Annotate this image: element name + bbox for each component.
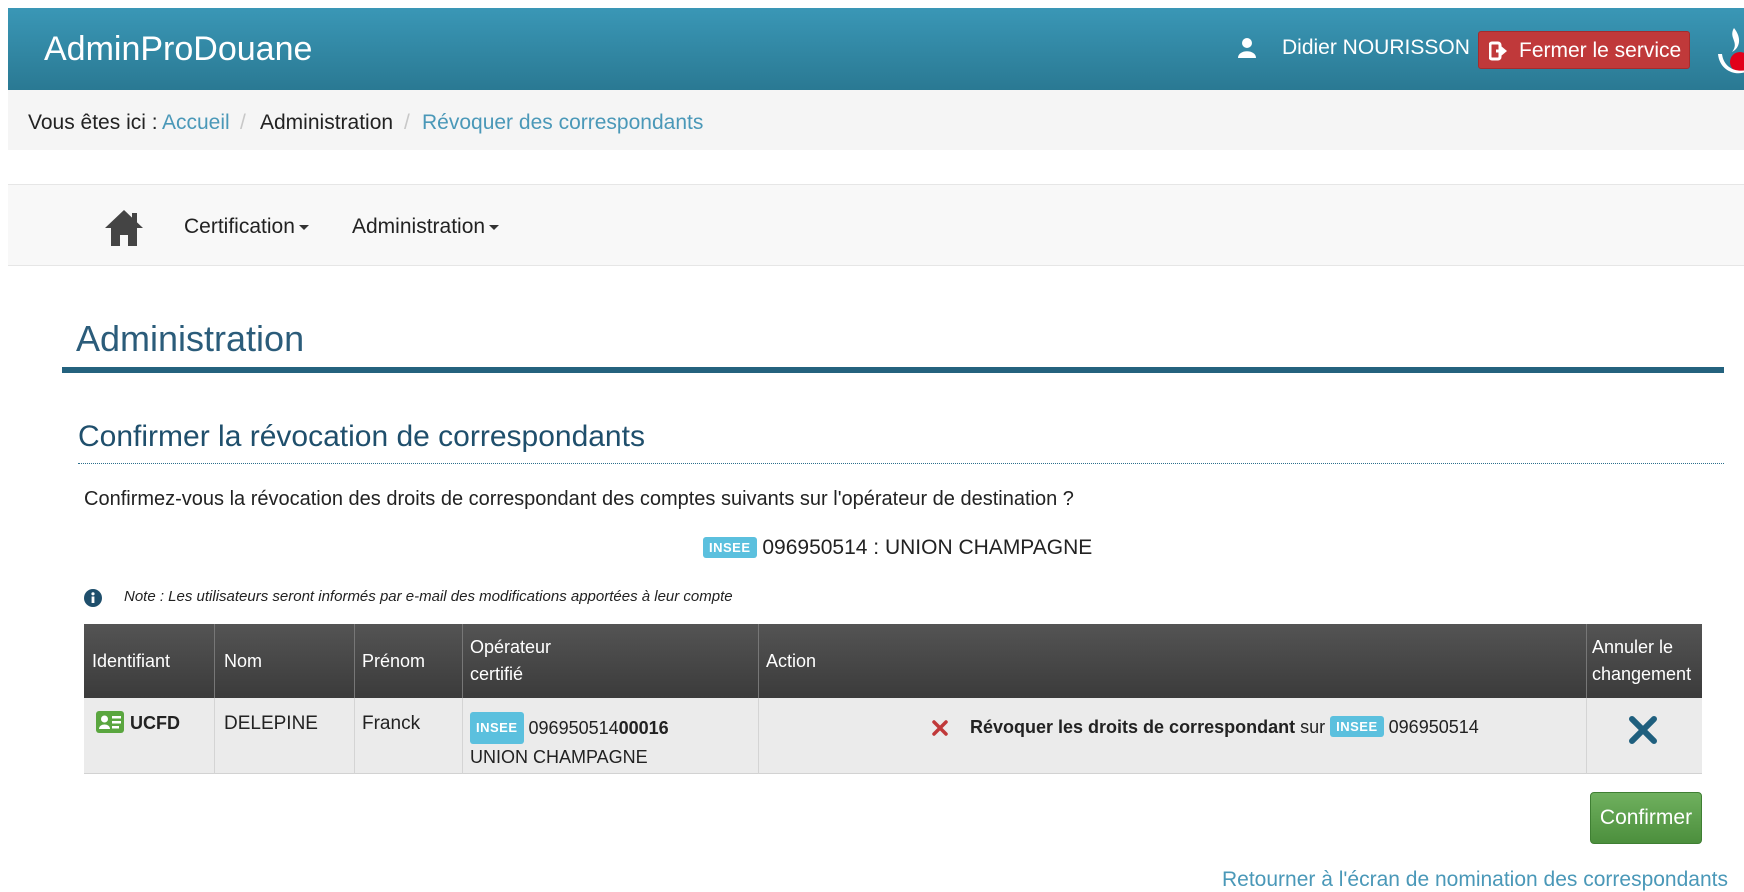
row-operateur-code: 096950514 (528, 718, 619, 738)
breadcrumb: Vous êtes ici : Accueil / Administration… (8, 90, 1744, 150)
close-service-label: Fermer le service (1519, 39, 1682, 62)
column-header-operateur: Opérateur certifié (470, 637, 552, 684)
home-icon[interactable] (104, 208, 144, 253)
column-header-nom: Nom (224, 651, 263, 671)
user-name[interactable]: Didier NOURISSON (1282, 36, 1470, 60)
breadcrumb-home-link[interactable]: Accueil (162, 111, 230, 135)
column-header-prenom: Prénom (362, 651, 426, 671)
row-action-label: Révoquer les droits de correspondant (970, 717, 1296, 737)
section-title: Confirmer la révocation de correspondant… (78, 420, 645, 453)
close-service-button[interactable]: Fermer le service (1478, 31, 1690, 69)
row-action-code: 096950514 (1388, 717, 1479, 737)
breadcrumb-prefix: Vous êtes ici : (28, 111, 158, 134)
row-identifiant: UCFD (130, 713, 180, 733)
info-icon (84, 589, 102, 612)
breadcrumb-administration: Administration (260, 111, 394, 134)
page-title-divider (62, 367, 1724, 373)
row-action-sur: sur (1300, 717, 1326, 737)
column-header-annuler: Annuler le changement (1592, 637, 1692, 684)
email-note: Note : Les utilisateurs seront informés … (124, 588, 733, 605)
sign-out-icon (1488, 41, 1509, 67)
back-to-nomination-link[interactable]: Retourner à l'écran de nomination des co… (1222, 868, 1728, 892)
row-nom: DELEPINE (224, 713, 318, 734)
table-header: Identifiant Nom Prénom Opérateur certifi… (84, 624, 1702, 698)
column-divider (462, 624, 463, 698)
nav-administration-label: Administration (352, 215, 486, 238)
column-header-action: Action (766, 651, 817, 671)
row-prenom: Franck (362, 713, 421, 734)
insee-badge: INSEE (703, 537, 757, 558)
column-divider (214, 624, 215, 698)
column-divider (1586, 698, 1587, 774)
table-row: UCFD DELEPINE Franck INSEE 0969505140001… (84, 698, 1702, 774)
breadcrumb-separator: / (240, 111, 246, 134)
column-divider (758, 624, 759, 698)
app-title[interactable]: AdminProDouane (44, 30, 312, 69)
column-divider (462, 698, 463, 774)
column-header-identifiant: Identifiant (92, 651, 171, 671)
breadcrumb-separator: / (404, 111, 410, 134)
chevron-down-icon (489, 224, 500, 230)
main-navbar: Certification Administration (8, 184, 1744, 266)
chevron-down-icon (298, 224, 309, 230)
row-action: Révoquer les droits de correspondant sur… (970, 716, 1479, 738)
target-operator: INSEE 096950514 : UNION CHAMPAGNE (703, 536, 1092, 560)
breadcrumb-current[interactable]: Révoquer des correspondants (422, 111, 703, 135)
confirmation-question: Confirmez-vous la révocation des droits … (84, 488, 1074, 510)
user-icon (1238, 38, 1256, 63)
row-operateur-code-suffix: 00016 (618, 718, 669, 738)
revoke-x-icon (932, 720, 948, 741)
cancel-change-x-icon[interactable] (1628, 715, 1658, 750)
confirm-button[interactable]: Confirmer (1590, 792, 1702, 844)
insee-badge: INSEE (470, 712, 524, 744)
insee-badge: INSEE (1330, 716, 1384, 737)
row-operateur-name: UNION CHAMPAGNE (470, 747, 648, 767)
column-divider (1586, 624, 1587, 698)
nav-administration-menu[interactable]: Administration (352, 215, 500, 239)
nav-certification-label: Certification (184, 215, 295, 238)
column-divider (758, 698, 759, 774)
nav-certification-menu[interactable]: Certification (184, 215, 309, 239)
column-divider (354, 624, 355, 698)
marianne-logo-icon (1714, 24, 1744, 85)
column-divider (354, 698, 355, 774)
top-bar: AdminProDouane Didier NOURISSON Fermer l… (8, 8, 1744, 90)
id-card-icon (96, 711, 124, 738)
target-operator-label: 096950514 : UNION CHAMPAGNE (762, 536, 1093, 559)
column-divider (214, 698, 215, 774)
section-divider (78, 463, 1724, 464)
row-operateur: INSEE 09695051400016 UNION CHAMPAGNE (470, 712, 669, 770)
page-title: Administration (76, 318, 305, 359)
